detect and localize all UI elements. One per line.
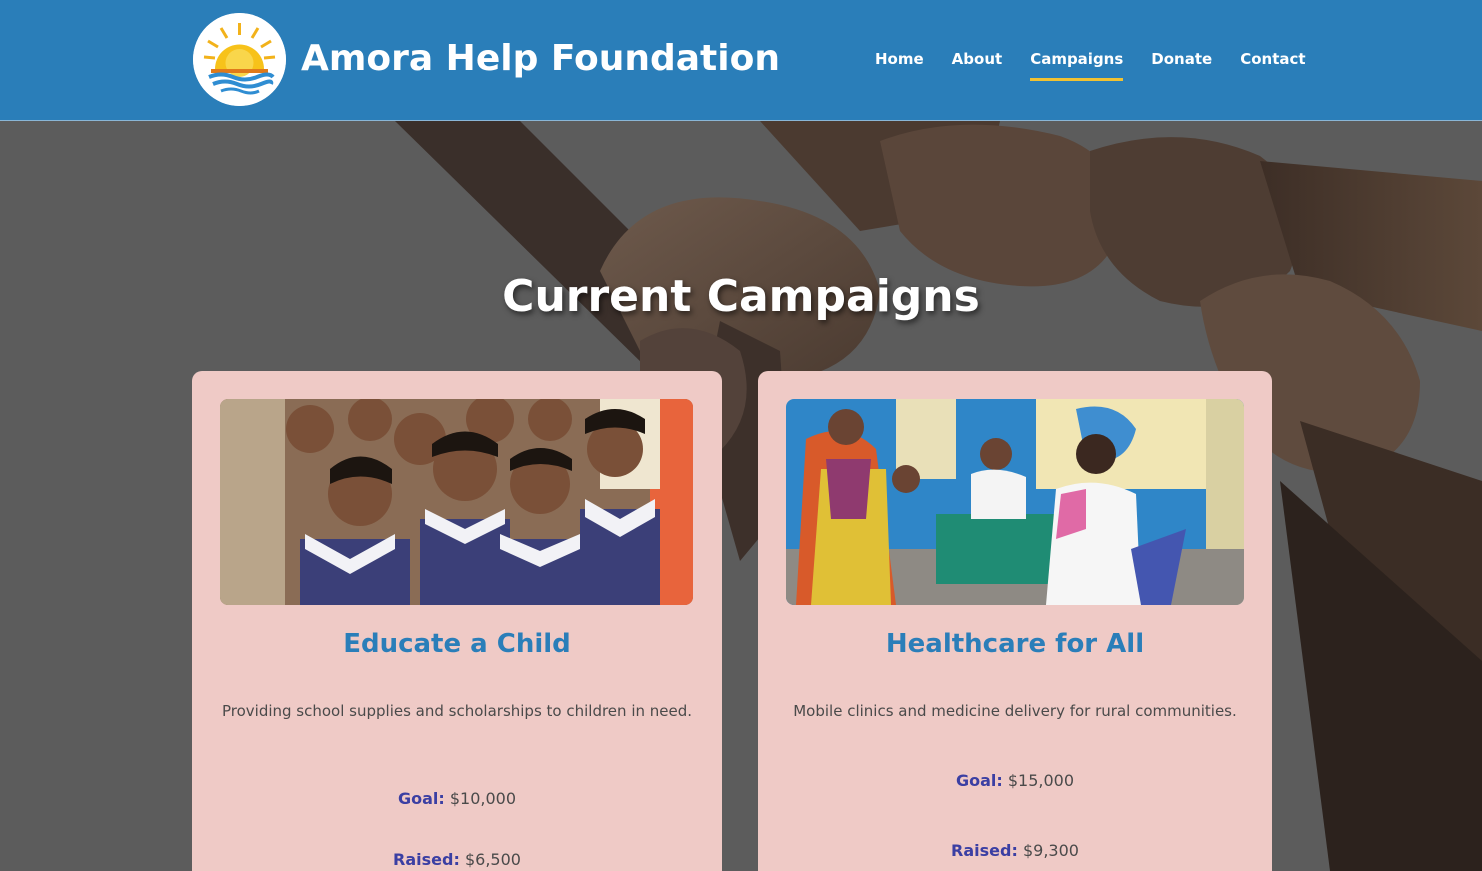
goal-label: Goal: bbox=[955, 771, 1003, 790]
goal-value: $10,000 bbox=[449, 789, 517, 808]
campaign-description: Mobile clinics and medicine delivery for… bbox=[793, 702, 1237, 720]
raised-label: Raised: bbox=[951, 841, 1018, 860]
campaign-image bbox=[786, 399, 1244, 605]
campaign-raised: Raised: $9,300 bbox=[758, 840, 1272, 862]
campaign-title[interactable]: Educate a Child bbox=[192, 627, 722, 661]
section-title: Current Campaigns bbox=[502, 271, 980, 322]
nav-contact[interactable]: Contact bbox=[1240, 48, 1305, 70]
goal-value: $15,000 bbox=[1007, 771, 1075, 790]
sun-logo-icon bbox=[193, 13, 286, 106]
nav-about[interactable]: About bbox=[952, 48, 1003, 70]
nav-donate[interactable]: Donate bbox=[1151, 48, 1212, 70]
logo[interactable] bbox=[193, 13, 286, 106]
campaign-card-healthcare[interactable]: Healthcare for All Mobile clinics and me… bbox=[758, 371, 1272, 871]
raised-value: $9,300 bbox=[1022, 841, 1079, 860]
campaign-title[interactable]: Healthcare for All bbox=[758, 627, 1272, 661]
main-nav: Home About Campaigns Donate Contact bbox=[875, 48, 1306, 81]
nav-campaigns[interactable]: Campaigns bbox=[1030, 48, 1124, 81]
goal-label: Goal: bbox=[397, 789, 445, 808]
raised-value: $6,500 bbox=[464, 850, 521, 869]
campaign-description: Providing school supplies and scholarshi… bbox=[221, 702, 693, 720]
schoolchildren-photo bbox=[220, 399, 693, 605]
campaign-card-educate[interactable]: Educate a Child Providing school supplie… bbox=[192, 371, 722, 871]
site-title[interactable]: Amora Help Foundation bbox=[301, 36, 780, 82]
mobile-clinic-photo bbox=[786, 399, 1244, 605]
campaigns-hero: Current Campaigns Educate a Child Provid… bbox=[0, 121, 1482, 871]
campaign-goal: Goal: $10,000 bbox=[192, 788, 722, 810]
raised-label: Raised: bbox=[393, 850, 460, 869]
nav-home[interactable]: Home bbox=[875, 48, 924, 70]
site-header: Amora Help Foundation Home About Campaig… bbox=[0, 0, 1482, 121]
campaign-image bbox=[220, 399, 693, 605]
campaign-goal: Goal: $15,000 bbox=[758, 770, 1272, 792]
campaign-raised: Raised: $6,500 bbox=[192, 849, 722, 871]
